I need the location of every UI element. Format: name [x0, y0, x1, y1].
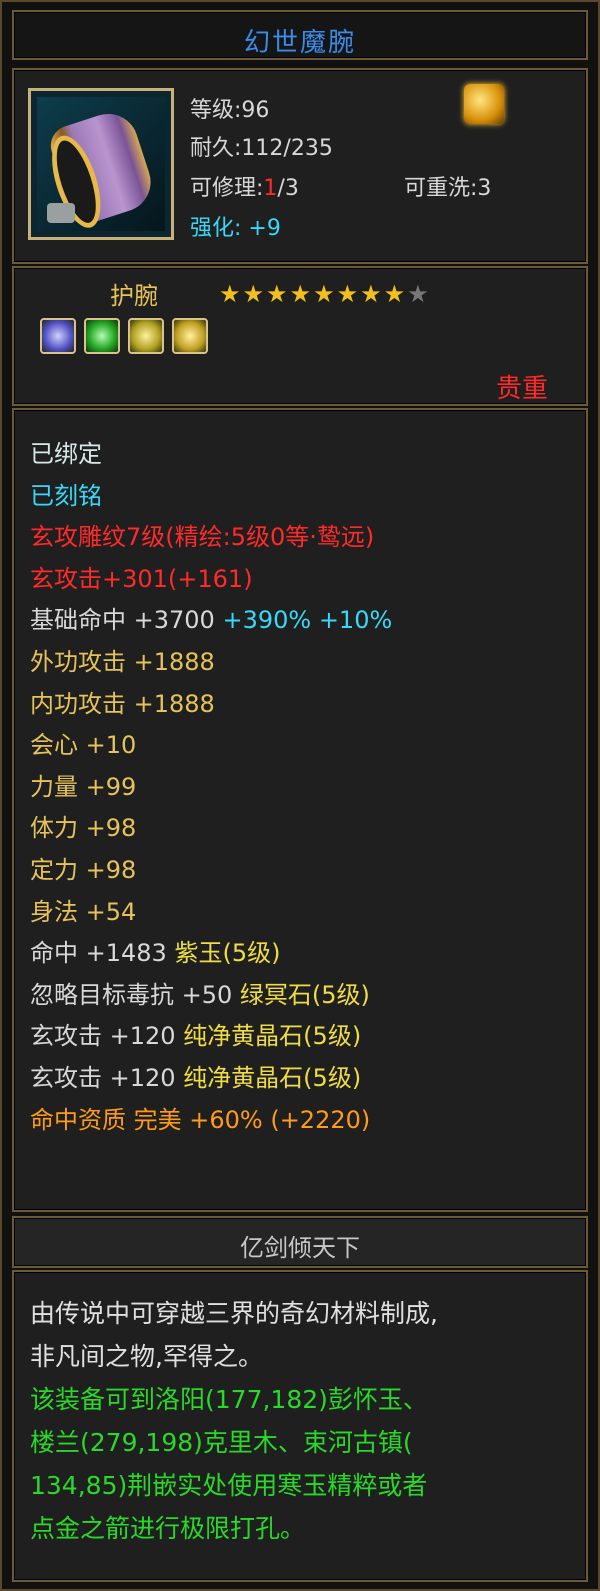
star-icon: ★ [289, 280, 314, 308]
attr-crit: 会心 +10 [30, 731, 137, 760]
star-icon: ★ [383, 280, 408, 308]
attr-mystic-attack: 玄攻击+301(+161) [30, 564, 253, 593]
enhance-line: 强化: +9 [190, 216, 281, 241]
rewash-line: 可重洗:3 [404, 176, 492, 201]
description-panel: 由传说中可穿越三界的奇幻材料制成, 非凡间之物,罕得之。 该装备可到洛阳(177… [12, 1270, 588, 1582]
desc-line: 由传说中可穿越三界的奇幻材料制成, [30, 1299, 438, 1328]
star-icon: ★ [313, 280, 337, 308]
attr-gem-hit: 命中 +1483 紫玉(5级) [30, 939, 281, 968]
precious-badge: 贵重 [495, 374, 548, 404]
star-icon: ★ [360, 280, 384, 308]
gem-slots [40, 318, 216, 358]
attr-gem-mystic-1: 玄攻击 +120 纯净黄晶石(5级) [30, 1022, 362, 1051]
item-title: 幻世魔腕 [243, 28, 356, 58]
attr-outer-attack: 外功攻击 +1888 [30, 647, 215, 676]
star-icon: ★ [242, 280, 267, 308]
attr-carving: 玄攻雕纹7级(精绘:5级0等·鸷远) [30, 523, 375, 552]
star-icon: ★ [336, 280, 361, 308]
star-icon: ★ [219, 280, 243, 308]
signature-bar: 亿剑倾天下 [12, 1216, 588, 1268]
item-type-panel: 护腕 ★★★★★★★★★ 贵重 [12, 266, 588, 406]
star-rating: ★★★★★★★★★ [219, 280, 431, 308]
attr-stamina: 体力 +98 [30, 814, 137, 843]
title-bar: 幻世魔腕 [12, 10, 588, 60]
attributes-panel: 已绑定 已刻铭 玄攻雕纹7级(精绘:5级0等·鸷远) 玄攻击+301(+161)… [12, 408, 588, 1212]
desc-line: 非凡间之物,罕得之。 [30, 1342, 263, 1371]
desc-line: 134,85)荆嵌实处使用寒玉精粹或者 [30, 1471, 428, 1500]
gem-yellow-icon[interactable] [172, 318, 208, 354]
repair-line: 可修理:1/3 [190, 176, 299, 201]
level-line: 等级:96 [190, 98, 270, 123]
attr-gem-mystic-2: 玄攻击 +120 纯净黄晶石(5级) [30, 1063, 362, 1092]
wristguard-item-icon[interactable] [28, 88, 174, 240]
signature-text: 亿剑倾天下 [240, 1234, 360, 1262]
star-icon: ★ [407, 280, 431, 308]
attr-agility: 身法 +54 [30, 897, 137, 926]
attr-engraved: 已刻铭 [30, 481, 102, 510]
gem-purple-icon[interactable] [40, 318, 76, 354]
bind-lock-icon [47, 203, 75, 223]
durability-line: 耐久:112/235 [190, 136, 333, 161]
attr-strength: 力量 +99 [30, 772, 137, 801]
attr-focus: 定力 +98 [30, 855, 137, 884]
attr-base-hit: 基础命中 +3700 +390% +10% [30, 606, 393, 635]
attr-bound: 已绑定 [30, 440, 102, 468]
attr-hit-aptitude: 命中资质 完美 +60% (+2220) [30, 1105, 371, 1134]
tooltip-frame: 幻世魔腕 等级:96 耐久:112/235 可修理:1/3 可重洗:3 强化: … [0, 0, 600, 1591]
item-info-panel: 等级:96 耐久:112/235 可修理:1/3 可重洗:3 强化: +9 [12, 68, 588, 264]
desc-line: 楼兰(279,198)克里木、束河古镇( [30, 1428, 413, 1457]
skill-flame-icon[interactable] [464, 84, 504, 124]
desc-line: 该装备可到洛阳(177,182)彭怀玉、 [30, 1385, 428, 1414]
star-icon: ★ [266, 280, 290, 308]
gem-green-icon[interactable] [84, 318, 120, 354]
attr-inner-attack: 内功攻击 +1888 [30, 689, 215, 718]
attr-gem-ignore-poison: 忽略目标毒抗 +50 绿冥石(5级) [30, 980, 370, 1009]
gem-yellow-icon[interactable] [128, 318, 164, 354]
item-type-label: 护腕 [110, 282, 158, 310]
desc-line: 点金之箭进行极限打孔。 [30, 1514, 306, 1543]
